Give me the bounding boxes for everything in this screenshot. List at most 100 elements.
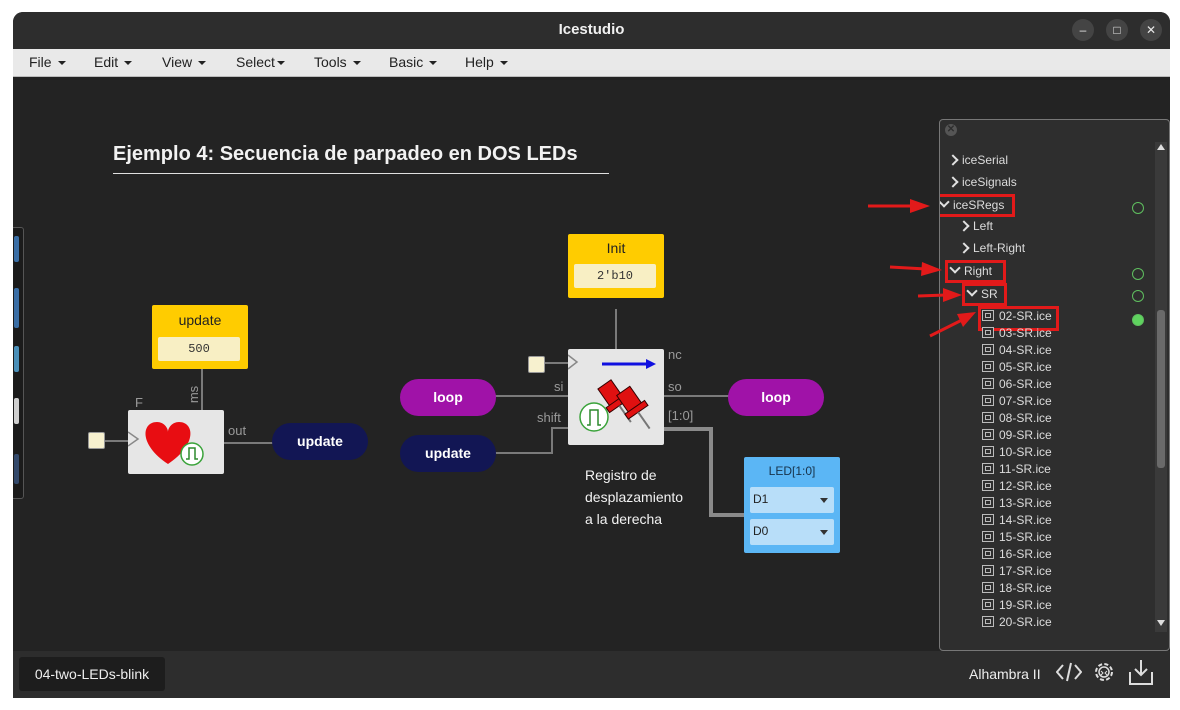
file-name: 07-SR.ice xyxy=(999,394,1052,408)
status-bar: 04-two-LEDs-blink Alhambra II xyxy=(13,651,1170,698)
pushpin-icon xyxy=(568,354,656,432)
file-item[interactable]: 13-SR.ice xyxy=(982,495,1062,512)
file-name: 19-SR.ice xyxy=(999,598,1052,612)
comment-line: desplazamiento xyxy=(585,489,684,505)
annotation-arrows xyxy=(868,199,976,338)
file-name: 12-SR.ice xyxy=(999,479,1052,493)
menu-bar: File Edit View Select Tools Basic Help xyxy=(13,49,1170,77)
chip-icon xyxy=(982,361,994,372)
file-item[interactable]: 20-SR.ice xyxy=(982,614,1062,631)
file-item[interactable]: 16-SR.ice xyxy=(982,546,1062,563)
tree-item-label: iceSignals xyxy=(962,175,1017,189)
menu-file[interactable]: File xyxy=(29,49,66,76)
tree-item-icesignals[interactable]: iceSignals xyxy=(947,174,1017,191)
file-name: 05-SR.ice xyxy=(999,360,1052,374)
menu-select[interactable]: Select xyxy=(236,49,285,76)
clock-input[interactable] xyxy=(528,356,545,373)
file-item[interactable]: 15-SR.ice xyxy=(982,529,1062,546)
wire xyxy=(495,452,551,454)
side-tab[interactable] xyxy=(14,236,19,262)
maximize-button[interactable]: □ xyxy=(1106,19,1128,41)
file-item[interactable]: 11-SR.ice xyxy=(982,461,1062,478)
file-item[interactable]: 06-SR.ice xyxy=(982,376,1062,393)
led-output-block[interactable]: LED[1:0] D1 D0 xyxy=(744,457,840,553)
file-item[interactable]: 02-SR.ice xyxy=(982,308,1062,325)
file-item[interactable]: 05-SR.ice xyxy=(982,359,1062,376)
wire xyxy=(551,427,569,429)
file-name: 15-SR.ice xyxy=(999,530,1052,544)
file-name: 17-SR.ice xyxy=(999,564,1052,578)
chip-icon xyxy=(982,327,994,338)
heartbeat-block[interactable] xyxy=(128,410,224,474)
update-constant-value[interactable]: 500 xyxy=(158,337,240,361)
board-name[interactable]: Alhambra II xyxy=(969,666,1041,682)
file-item[interactable]: 17-SR.ice xyxy=(982,563,1062,580)
file-name: 11-SR.ice xyxy=(999,462,1051,476)
code-icon[interactable] xyxy=(1056,660,1082,684)
led-pin-select-d0[interactable]: D0 xyxy=(750,519,834,545)
dropdown-arrow-icon xyxy=(820,498,828,503)
side-tab[interactable] xyxy=(14,346,19,372)
minimize-button[interactable]: – xyxy=(1072,19,1094,41)
menu-edit-label: Edit xyxy=(94,54,119,70)
menu-help[interactable]: Help xyxy=(465,49,508,76)
label-update-in[interactable]: update xyxy=(400,435,496,472)
chevron-right-icon xyxy=(947,176,959,188)
file-item[interactable]: 10-SR.ice xyxy=(982,444,1062,461)
label-update-out[interactable]: update xyxy=(272,423,368,460)
label-loop-out[interactable]: loop xyxy=(728,379,824,416)
scrollbar[interactable] xyxy=(1155,142,1167,632)
tree-item-iceserial[interactable]: iceSerial xyxy=(947,152,1008,169)
gear-icon[interactable] xyxy=(1091,659,1117,685)
status-dot-active xyxy=(1132,314,1144,326)
side-tab[interactable] xyxy=(14,288,19,328)
scroll-up-icon[interactable] xyxy=(1157,144,1165,150)
menu-basic[interactable]: Basic xyxy=(389,49,438,76)
side-tab[interactable] xyxy=(14,454,19,484)
tree-item-label: Left-Right xyxy=(973,241,1026,255)
chip-icon xyxy=(982,548,994,559)
comment-line: Registro de xyxy=(585,467,657,483)
menu-edit[interactable]: Edit xyxy=(94,49,133,76)
wire xyxy=(543,362,569,364)
init-constant-value[interactable]: 2'b10 xyxy=(574,264,656,288)
menu-file-label: File xyxy=(29,54,52,70)
file-name: 02-SR.ice xyxy=(999,309,1052,323)
label-loop-in[interactable]: loop xyxy=(400,379,496,416)
chip-icon xyxy=(982,616,994,627)
file-name: 10-SR.ice xyxy=(999,445,1052,459)
file-item[interactable]: 04-SR.ice xyxy=(982,342,1062,359)
chevron-right-icon xyxy=(947,154,959,166)
update-constant-block[interactable]: update 500 xyxy=(152,305,248,369)
chip-icon xyxy=(982,378,994,389)
file-item[interactable]: 07-SR.ice xyxy=(982,393,1062,410)
download-icon[interactable] xyxy=(1128,658,1154,686)
file-item[interactable]: 09-SR.ice xyxy=(982,427,1062,444)
caret-down-icon xyxy=(352,61,361,66)
port-label-nc: nc xyxy=(668,347,682,362)
file-item[interactable]: 03-SR.ice xyxy=(982,325,1062,342)
clock-input[interactable] xyxy=(88,432,105,449)
file-item[interactable]: 18-SR.ice xyxy=(982,580,1062,597)
close-button[interactable]: ✕ xyxy=(1140,19,1162,41)
caret-down-icon xyxy=(57,61,66,66)
side-tab[interactable] xyxy=(14,398,19,424)
menu-tools[interactable]: Tools xyxy=(314,49,361,76)
file-name: 14-SR.ice xyxy=(999,513,1052,527)
file-item[interactable]: 08-SR.ice xyxy=(982,410,1062,427)
project-tab[interactable]: 04-two-LEDs-blink xyxy=(19,657,165,691)
status-dot xyxy=(1132,268,1144,280)
led-pin-select-d1[interactable]: D1 xyxy=(750,487,834,513)
shift-register-block[interactable] xyxy=(568,349,664,445)
scroll-down-icon[interactable] xyxy=(1157,620,1165,626)
menu-view[interactable]: View xyxy=(162,49,207,76)
window-title: Icestudio xyxy=(558,21,625,38)
file-item[interactable]: 19-SR.ice xyxy=(982,597,1062,614)
file-item[interactable]: 14-SR.ice xyxy=(982,512,1062,529)
wire xyxy=(105,440,129,442)
close-icon[interactable]: ✕ xyxy=(945,124,957,136)
arrow-icon xyxy=(868,199,930,213)
file-item[interactable]: 12-SR.ice xyxy=(982,478,1062,495)
init-constant-block[interactable]: Init 2'b10 xyxy=(568,234,664,298)
scrollbar-thumb[interactable] xyxy=(1157,310,1165,468)
